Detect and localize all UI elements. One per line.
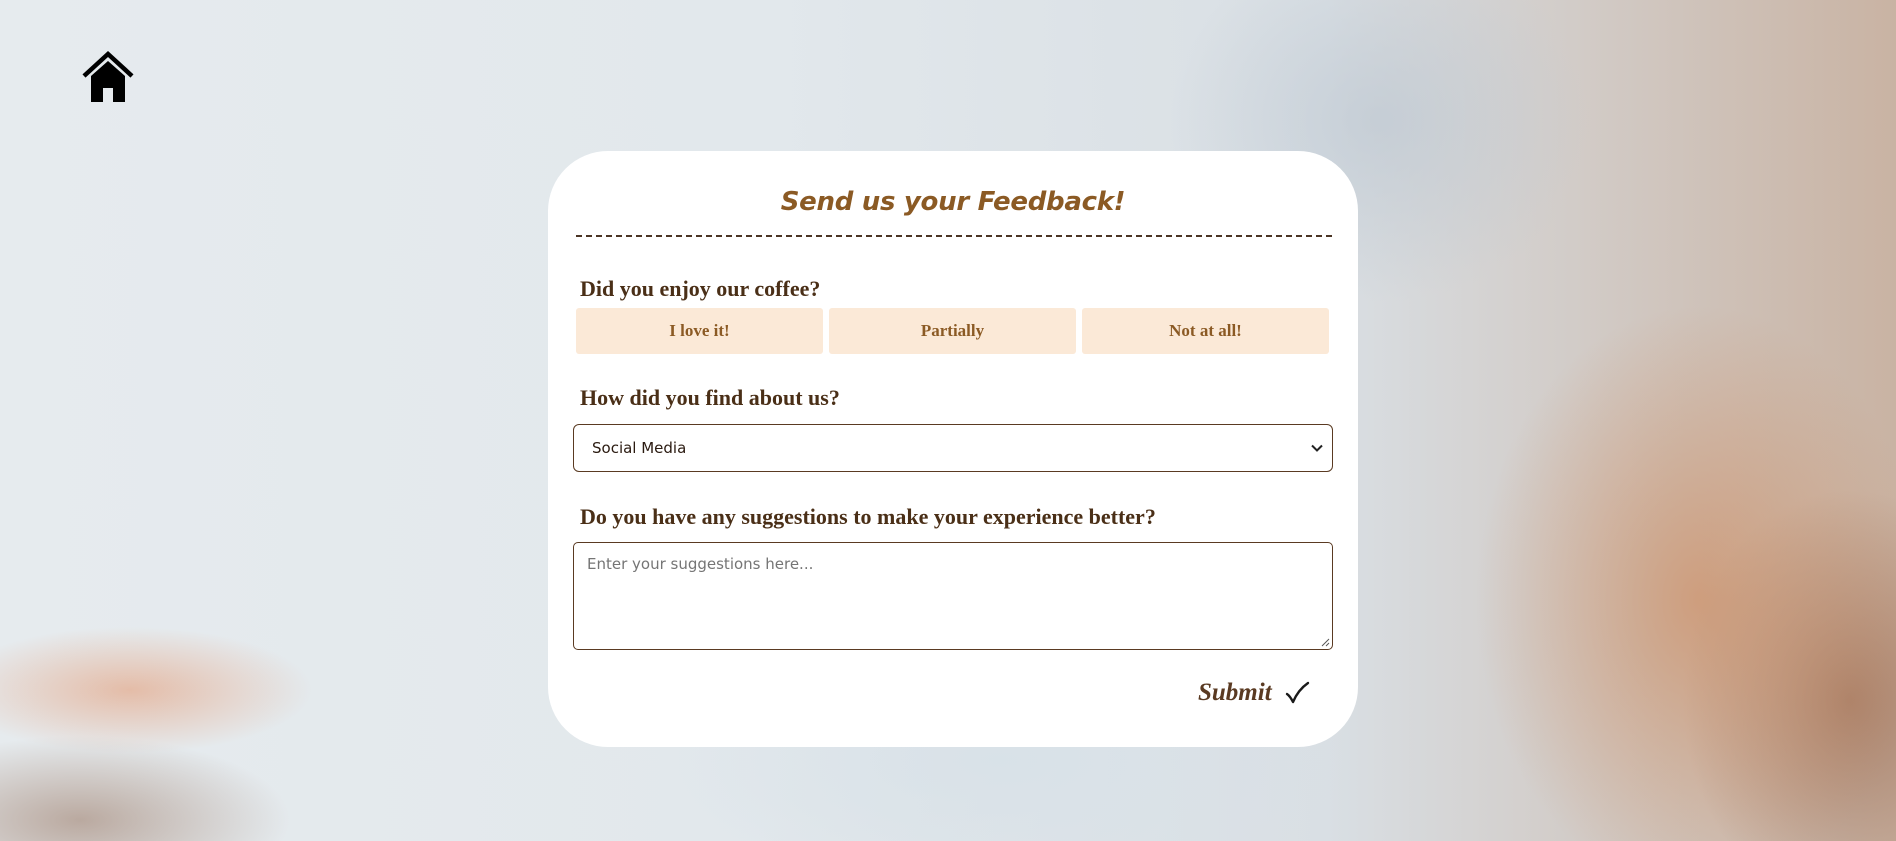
source-select-value: Social Media (592, 439, 687, 457)
choice-partially-button[interactable]: Partially (829, 308, 1076, 354)
chevron-down-icon (1310, 441, 1324, 455)
question-enjoy-coffee: Did you enjoy our coffee? (580, 276, 821, 301)
choice-not-at-all-button[interactable]: Not at all! (1082, 308, 1329, 354)
checkmark-icon (1284, 680, 1310, 706)
suggestions-placeholder: Enter your suggestions here... (587, 555, 814, 573)
resize-handle-icon[interactable] (1320, 637, 1330, 647)
source-select[interactable]: Social Media (573, 424, 1333, 472)
choice-love-it-button[interactable]: I love it! (576, 308, 823, 354)
title-divider (576, 235, 1332, 237)
home-icon (81, 50, 135, 104)
suggestions-textarea[interactable]: Enter your suggestions here... (573, 542, 1333, 650)
feedback-card: Send us your Feedback! Did you enjoy our… (548, 151, 1358, 747)
form-title: Send us your Feedback! (780, 187, 1126, 217)
submit-button[interactable]: Submit (1198, 675, 1310, 711)
submit-label: Submit (1198, 679, 1272, 706)
question-suggestions: Do you have any suggestions to make your… (580, 504, 1156, 529)
home-button[interactable] (81, 50, 135, 104)
question-find-about-us: How did you find about us? (580, 385, 840, 410)
